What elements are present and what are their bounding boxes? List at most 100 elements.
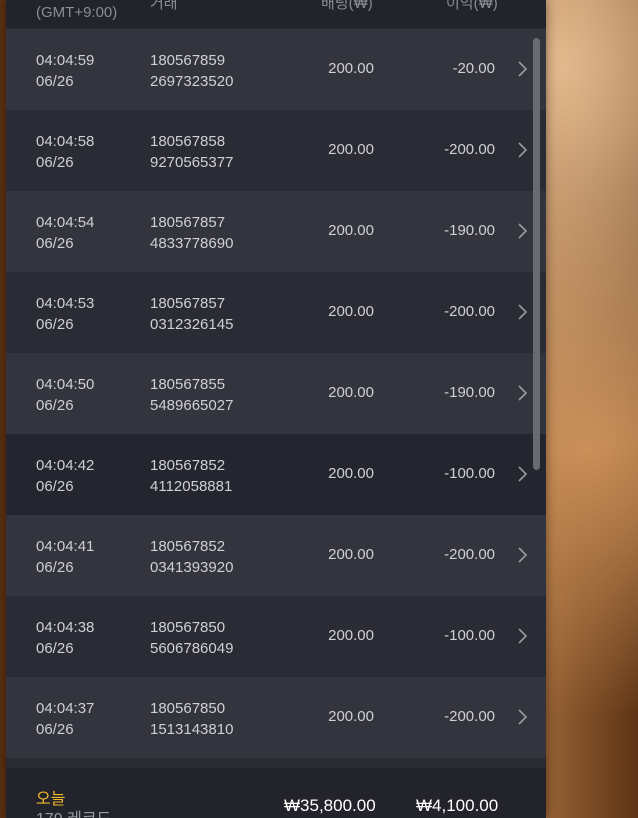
history-row[interactable]: 04:04:58 06/26 180567858 9270565377 200.00… xyxy=(6,110,546,191)
row-profit: -200.00 xyxy=(444,141,495,158)
row-date: 06/26 xyxy=(36,154,74,171)
summary-total-bet: ₩35,800.00 xyxy=(284,796,376,815)
row-date: 06/26 xyxy=(36,235,74,252)
row-id-line1: 180567850 xyxy=(150,700,226,717)
row-transaction-id: 180567855 5489665027 xyxy=(150,374,233,416)
row-datetime: 04:04:42 06/26 xyxy=(36,455,94,497)
row-bet: 200.00 xyxy=(328,465,374,482)
row-time: 04:04:38 xyxy=(36,619,95,636)
row-id-line2: 5489665027 xyxy=(150,397,234,414)
row-bet: 200.00 xyxy=(328,708,374,725)
row-id-line2: 5606786049 xyxy=(150,640,234,657)
row-datetime: 04:04:50 06/26 xyxy=(36,374,94,416)
summary-footer: 오늘 179 레코드 ₩35,800.00 ₩4,100.00 xyxy=(6,768,546,818)
row-datetime: 04:04:37 06/26 xyxy=(36,698,94,740)
row-id-line1: 180567850 xyxy=(150,619,226,636)
header-transaction: 거래 xyxy=(150,0,178,12)
header-profit: 이익(₩) xyxy=(446,0,498,12)
row-id-line1: 180567857 xyxy=(150,295,226,312)
row-transaction-id: 180567850 1513143810 xyxy=(150,698,233,740)
chevron-right-icon[interactable] xyxy=(514,141,530,159)
row-time: 04:04:50 xyxy=(36,376,95,393)
row-id-line1: 180567852 xyxy=(150,538,226,555)
history-row[interactable]: 04:04:37 06/26 180567850 1513143810 200.00… xyxy=(6,677,546,758)
row-id-line1: 180567858 xyxy=(150,133,226,150)
row-profit: -190.00 xyxy=(444,222,495,239)
row-bet: 200.00 xyxy=(328,141,374,158)
row-datetime: 04:04:53 06/26 xyxy=(36,293,94,335)
chevron-right-icon[interactable] xyxy=(514,708,530,726)
row-id-line2: 0341393920 xyxy=(150,559,234,576)
row-id-line2: 9270565377 xyxy=(150,154,234,171)
row-bet: 200.00 xyxy=(328,222,374,239)
row-profit: -200.00 xyxy=(444,303,495,320)
row-datetime: 04:04:58 06/26 xyxy=(36,131,94,173)
header-bet: 배팅(₩) xyxy=(321,0,373,12)
history-list: 04:04:59 06/26 180567859 2697323520 200.00… xyxy=(6,29,546,758)
row-id-line1: 180567859 xyxy=(150,52,226,69)
row-time: 04:04:41 xyxy=(36,538,95,555)
header-time-timezone: (GMT+9:00) xyxy=(36,4,118,21)
row-transaction-id: 180567859 2697323520 xyxy=(150,50,233,92)
summary-total-profit: ₩4,100.00 xyxy=(416,796,499,815)
row-id-line2: 1513143810 xyxy=(150,721,234,738)
row-transaction-id: 180567852 0341393920 xyxy=(150,536,233,578)
row-time: 04:04:37 xyxy=(36,700,95,717)
row-time: 04:04:58 xyxy=(36,133,95,150)
row-transaction-id: 180567852 4112058881 xyxy=(150,455,232,497)
row-bet: 200.00 xyxy=(328,303,374,320)
row-bet: 200.00 xyxy=(328,546,374,563)
row-transaction-id: 180567858 9270565377 xyxy=(150,131,233,173)
row-time: 04:04:54 xyxy=(36,214,95,231)
row-date: 06/26 xyxy=(36,316,74,333)
row-bet: 200.00 xyxy=(328,627,374,644)
row-transaction-id: 180567857 4833778690 xyxy=(150,212,233,254)
chevron-right-icon[interactable] xyxy=(514,384,530,402)
chevron-right-icon[interactable] xyxy=(514,60,530,78)
game-history-panel: (GMT+9:00) 거래 배팅(₩) 이익(₩) 04:04:59 06/26 … xyxy=(6,0,546,818)
history-row[interactable]: 04:04:38 06/26 180567850 5606786049 200.00… xyxy=(6,596,546,677)
history-row[interactable]: 04:04:53 06/26 180567857 0312326145 200.00… xyxy=(6,272,546,353)
row-profit: -100.00 xyxy=(444,627,495,644)
scrollbar-thumb[interactable] xyxy=(533,38,540,470)
history-row[interactable]: 04:04:59 06/26 180567859 2697323520 200.00… xyxy=(6,29,546,110)
history-row[interactable]: 04:04:54 06/26 180567857 4833778690 200.00… xyxy=(6,191,546,272)
row-profit: -200.00 xyxy=(444,546,495,563)
row-bet: 200.00 xyxy=(328,60,374,77)
row-datetime: 04:04:38 06/26 xyxy=(36,617,94,659)
row-id-line2: 0312326145 xyxy=(150,316,234,333)
row-id-line2: 2697323520 xyxy=(150,73,234,90)
table-header: (GMT+9:00) 거래 배팅(₩) 이익(₩) xyxy=(6,0,546,28)
chevron-right-icon[interactable] xyxy=(514,222,530,240)
row-id-line1: 180567852 xyxy=(150,457,226,474)
row-date: 06/26 xyxy=(36,640,74,657)
row-date: 06/26 xyxy=(36,721,74,738)
row-date: 06/26 xyxy=(36,397,74,414)
row-datetime: 04:04:41 06/26 xyxy=(36,536,94,578)
row-date: 06/26 xyxy=(36,559,74,576)
row-bet: 200.00 xyxy=(328,384,374,401)
row-id-line2: 4833778690 xyxy=(150,235,234,252)
chevron-right-icon[interactable] xyxy=(514,546,530,564)
row-time: 04:04:42 xyxy=(36,457,95,474)
row-id-line1: 180567857 xyxy=(150,214,226,231)
row-time: 04:04:59 xyxy=(36,52,95,69)
row-transaction-id: 180567850 5606786049 xyxy=(150,617,233,659)
row-transaction-id: 180567857 0312326145 xyxy=(150,293,233,335)
history-row[interactable]: 04:04:50 06/26 180567855 5489665027 200.00… xyxy=(6,353,546,434)
chevron-right-icon[interactable] xyxy=(514,303,530,321)
row-profit: -190.00 xyxy=(444,384,495,401)
summary-record-count: 179 레코드 xyxy=(36,805,111,818)
history-row[interactable]: 04:04:41 06/26 180567852 0341393920 200.00… xyxy=(6,515,546,596)
history-row[interactable]: 04:04:42 06/26 180567852 4112058881 200.00… xyxy=(6,434,546,515)
row-profit: -20.00 xyxy=(452,60,495,77)
row-datetime: 04:04:59 06/26 xyxy=(36,50,94,92)
chevron-right-icon[interactable] xyxy=(514,465,530,483)
row-time: 04:04:53 xyxy=(36,295,95,312)
row-id-line1: 180567855 xyxy=(150,376,226,393)
chevron-right-icon[interactable] xyxy=(514,627,530,645)
row-id-line2: 4112058881 xyxy=(150,478,233,495)
row-datetime: 04:04:54 06/26 xyxy=(36,212,94,254)
row-date: 06/26 xyxy=(36,478,74,495)
row-profit: -200.00 xyxy=(444,708,495,725)
